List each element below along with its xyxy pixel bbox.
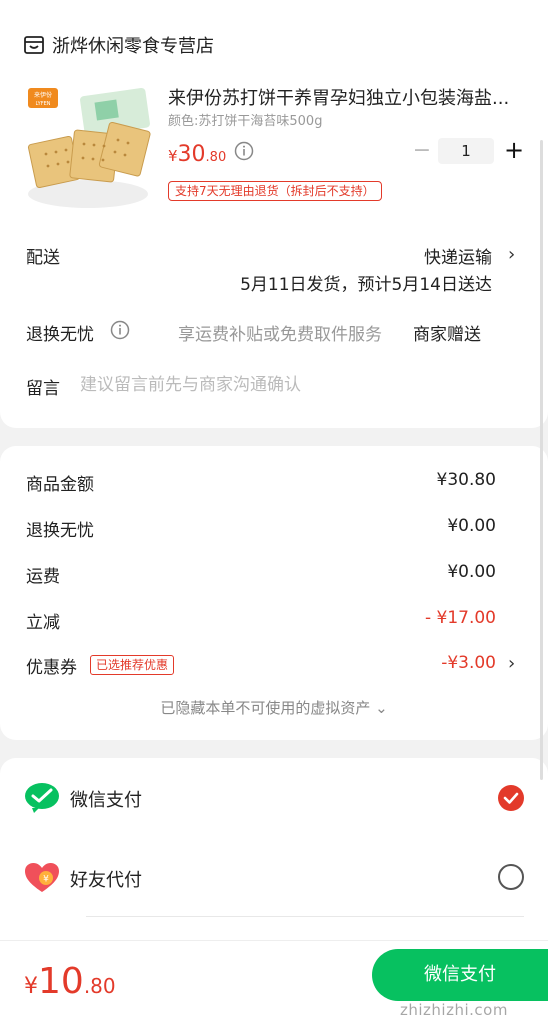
chevron-right-icon[interactable]: › <box>508 653 515 674</box>
goods-amount-label: 商品金额 <box>26 475 94 495</box>
price-integer: 30 <box>177 142 206 167</box>
wechat-pay-label[interactable]: 微信支付 <box>70 786 142 812</box>
svg-text:¥: ¥ <box>43 875 49 885</box>
goods-amount-value: ¥30.80 <box>436 470 496 490</box>
coupon-badge[interactable]: 已选推荐优惠 <box>90 655 175 675</box>
discount-value: - ¥17.00 <box>424 608 496 628</box>
delivery-method[interactable]: 快递运输 <box>424 243 492 268</box>
watermark: zhizhizhi.com <box>400 1001 508 1019</box>
wechat-pay-icon <box>25 783 59 813</box>
price-currency: ¥ <box>168 147 178 165</box>
product-title[interactable]: 来伊份苏打饼干养胃孕妇独立小包装海盐... <box>168 84 528 110</box>
brand-text: 来伊份 <box>34 91 52 99</box>
brand-text-en: LYFEN <box>36 101 51 107</box>
total-integer: 10 <box>38 961 84 1002</box>
return-fee-value: ¥0.00 <box>447 516 496 536</box>
friend-pay-label[interactable]: 好友代付 <box>70 866 142 892</box>
total-decimal: .80 <box>83 974 116 998</box>
delivery-time: 5月11日发货，预计5月14日送达 <box>240 275 492 295</box>
discount-label: 立减 <box>26 613 60 633</box>
return-service-desc: 享运费补贴或免费取件服务 <box>178 325 382 345</box>
quantity-plus-button[interactable]: + <box>502 136 526 164</box>
coupon-value[interactable]: -¥3.00 <box>441 653 496 673</box>
total-price: ¥10.80 <box>24 961 116 1002</box>
product-price: ¥30.80 <box>168 142 226 167</box>
store-name[interactable]: 浙烨休闲零食专营店 <box>52 32 214 58</box>
return-service-gift: 商家赠送 <box>413 325 481 345</box>
friend-pay-icon: ¥ <box>25 863 59 892</box>
total-currency: ¥ <box>24 974 38 999</box>
price-decimal: .80 <box>205 150 227 165</box>
return-service-label: 退换无忧 <box>26 325 94 345</box>
friend-pay-radio[interactable] <box>498 864 524 890</box>
scrollbar[interactable] <box>540 140 543 780</box>
coupon-label: 优惠券 <box>26 658 77 678</box>
product-image[interactable]: 来伊份 LYFEN <box>24 82 152 210</box>
store-icon <box>24 36 44 54</box>
wechat-pay-radio-checked[interactable] <box>498 785 524 811</box>
shipping-fee-value: ¥0.00 <box>447 562 496 582</box>
quantity-minus-button[interactable]: − <box>410 138 434 164</box>
info-icon[interactable] <box>234 141 254 161</box>
message-input[interactable] <box>80 372 520 398</box>
summary-card: 商品金额 ¥30.80 退换无忧 ¥0.00 运费 ¥0.00 立减 - ¥17… <box>0 446 548 740</box>
return-fee-label: 退换无忧 <box>26 521 94 541</box>
message-label: 留言 <box>26 379 60 399</box>
delivery-label: 配送 <box>26 248 60 268</box>
checkout-bar: ¥10.80 微信支付 zhizhizhi.com <box>0 940 548 1024</box>
quantity-field[interactable]: 1 <box>438 138 494 164</box>
return-policy-badge: 支持7天无理由退货（拆封后不支持） <box>168 181 382 201</box>
order-card: 浙烨休闲零食专营店 来伊份 LYFEN 来伊份苏打饼干养胃孕妇独立小包装海盐..… <box>0 0 548 428</box>
chevron-right-icon[interactable]: › <box>508 244 515 265</box>
shipping-fee-label: 运费 <box>26 567 60 587</box>
divider <box>86 916 524 917</box>
hidden-assets-toggle[interactable]: 已隐藏本单不可使用的虚拟资产 ⌄ <box>0 697 548 718</box>
info-icon[interactable] <box>110 320 130 340</box>
submit-pay-button[interactable]: 微信支付 <box>372 949 548 1001</box>
product-variant[interactable]: 颜色:苏打饼干海苔味500g <box>168 110 322 129</box>
